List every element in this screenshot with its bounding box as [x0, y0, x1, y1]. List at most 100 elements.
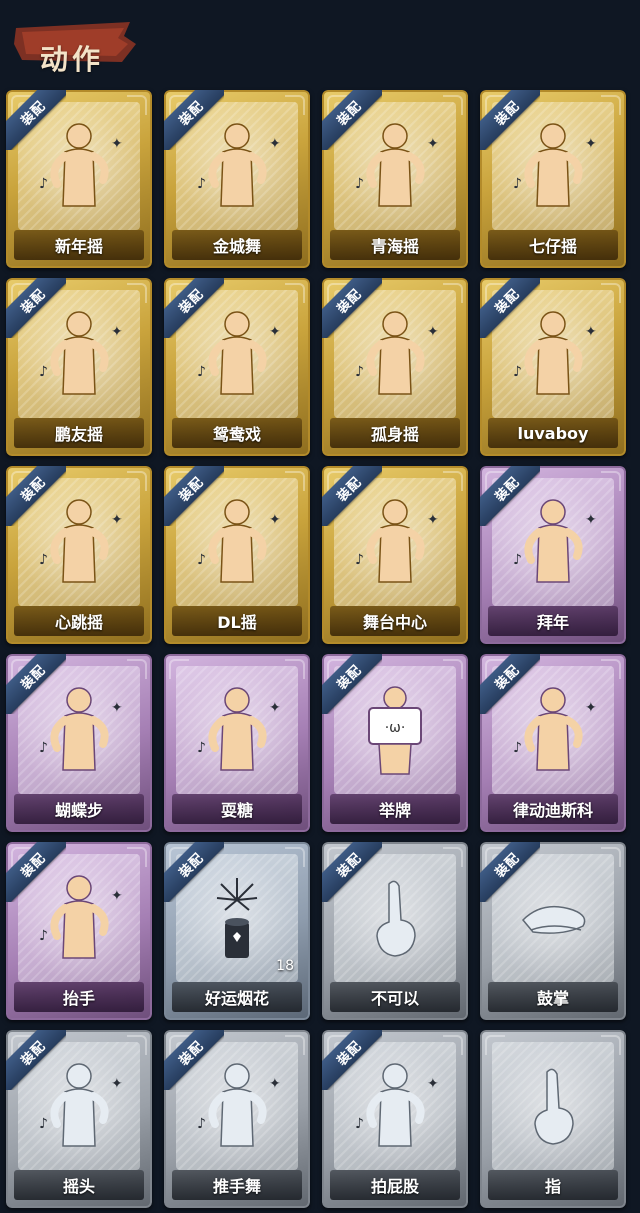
emote-grid: ✦ ♪ 新年摇 装配 ✦ ♪ 金城舞 装配 ✦ ♪ 青海摇 装配 ✦ ♪ 七仔摇… [6, 90, 626, 1208]
equipped-badge: 装配 [322, 842, 382, 902]
equipped-badge: 装配 [164, 466, 224, 526]
equipped-badge-label: 装配 [176, 1038, 207, 1069]
corner-ornament [443, 847, 463, 867]
corner-ornament [601, 847, 621, 867]
svg-text:♪: ♪ [197, 1116, 206, 1132]
equipped-badge-label: 装配 [492, 98, 523, 129]
emote-card[interactable]: ✦ ♪ 律动迪斯科 装配 [480, 654, 626, 832]
emote-card[interactable]: ✦ ♪ 孤身摇 装配 [322, 278, 468, 456]
svg-text:·ω·: ·ω· [385, 720, 406, 736]
equipped-badge-label: 装配 [334, 1038, 365, 1069]
svg-text:✦: ✦ [427, 512, 439, 528]
equipped-badge-label: 装配 [334, 474, 365, 505]
svg-text:✦: ✦ [111, 324, 123, 340]
emote-card[interactable]: ✦ ♪ 金城舞 装配 [164, 90, 310, 268]
equipped-badge: 装配 [322, 1030, 382, 1090]
svg-text:✦: ✦ [427, 1076, 439, 1092]
emote-card[interactable]: ✦ ♪ 耍糖 [164, 654, 310, 832]
emote-label: 新年摇 [14, 230, 144, 260]
emote-card[interactable]: ✦ ♪ 鸳鸯戏 装配 [164, 278, 310, 456]
equipped-badge: 装配 [6, 654, 66, 714]
header: 动作 [0, 0, 640, 86]
svg-text:♪: ♪ [39, 928, 48, 944]
equipped-badge-label: 装配 [176, 286, 207, 317]
svg-text:♪: ♪ [39, 176, 48, 192]
corner-ornament [601, 1035, 621, 1055]
corner-ornament [485, 1035, 505, 1055]
emote-card[interactable]: ·ω· 举牌 装配 [322, 654, 468, 832]
emote-card[interactable]: ✦ ♪ 新年摇 装配 [6, 90, 152, 268]
svg-text:♪: ♪ [513, 364, 522, 380]
emote-card[interactable]: ✦ ♪ 心跳摇 装配 [6, 466, 152, 644]
point-finger-icon [480, 1058, 626, 1158]
emote-label: 好运烟花 [172, 982, 302, 1012]
emote-label: 摇头 [14, 1170, 144, 1200]
equipped-badge: 装配 [480, 842, 540, 902]
svg-text:✦: ✦ [269, 1076, 281, 1092]
emote-label: 拜年 [488, 606, 618, 636]
item-count: 18 [276, 958, 294, 974]
emote-card[interactable]: 鼓掌 装配 [480, 842, 626, 1020]
emote-card[interactable]: ✦ ♪ 青海摇 装配 [322, 90, 468, 268]
corner-ornament [601, 95, 621, 115]
equipped-badge-label: 装配 [492, 662, 523, 693]
svg-text:✦: ✦ [427, 324, 439, 340]
emote-card[interactable]: ✦ ♪ 抬手 装配 [6, 842, 152, 1020]
equipped-badge: 装配 [6, 1030, 66, 1090]
equipped-badge-label: 装配 [492, 286, 523, 317]
emote-card[interactable]: ✦ ♪ 拜年 装配 [480, 466, 626, 644]
emote-label: 举牌 [330, 794, 460, 824]
emote-card[interactable]: 好运烟花 装配 18 [164, 842, 310, 1020]
emote-card[interactable]: ✦ ♪ 推手舞 装配 [164, 1030, 310, 1208]
corner-ornament [127, 471, 147, 491]
equipped-badge-label: 装配 [176, 98, 207, 129]
equipped-badge: 装配 [322, 278, 382, 338]
emote-card[interactable]: ✦ ♪ 蝴蝶步 装配 [6, 654, 152, 832]
svg-text:♪: ♪ [355, 364, 364, 380]
equipped-badge-label: 装配 [176, 474, 207, 505]
equipped-badge: 装配 [6, 90, 66, 150]
emote-label: 不可以 [330, 982, 460, 1012]
svg-text:♪: ♪ [197, 176, 206, 192]
emote-label: luvaboy [488, 418, 618, 448]
emote-card[interactable]: ✦ ♪ 七仔摇 装配 [480, 90, 626, 268]
svg-text:✦: ✦ [585, 324, 597, 340]
svg-text:♪: ♪ [197, 740, 206, 756]
equipped-badge-label: 装配 [18, 474, 49, 505]
svg-text:✦: ✦ [585, 512, 597, 528]
svg-text:✦: ✦ [269, 324, 281, 340]
svg-text:✦: ✦ [111, 512, 123, 528]
corner-ornament [443, 95, 463, 115]
corner-ornament [285, 95, 305, 115]
emote-label: 七仔摇 [488, 230, 618, 260]
emote-label: 推手舞 [172, 1170, 302, 1200]
equipped-badge: 装配 [6, 466, 66, 526]
emote-card[interactable]: ✦ ♪ luvaboy 装配 [480, 278, 626, 456]
svg-text:♪: ♪ [39, 1116, 48, 1132]
corner-ornament [443, 283, 463, 303]
emote-card[interactable]: 不可以 装配 [322, 842, 468, 1020]
emote-card[interactable]: ✦ ♪ 拍屁股 装配 [322, 1030, 468, 1208]
emote-label: 青海摇 [330, 230, 460, 260]
corner-ornament [601, 283, 621, 303]
corner-ornament [285, 659, 305, 679]
emote-card[interactable]: ✦ ♪ 摇头 装配 [6, 1030, 152, 1208]
emote-label: 孤身摇 [330, 418, 460, 448]
corner-ornament [127, 95, 147, 115]
equipped-badge-label: 装配 [176, 850, 207, 881]
emote-card[interactable]: ✦ ♪ 舞台中心 装配 [322, 466, 468, 644]
emote-label: 鹏友摇 [14, 418, 144, 448]
emote-label: 心跳摇 [14, 606, 144, 636]
svg-text:♪: ♪ [197, 364, 206, 380]
emote-card[interactable]: 指 [480, 1030, 626, 1208]
svg-text:✦: ✦ [585, 700, 597, 716]
corner-ornament [443, 471, 463, 491]
corner-ornament [127, 283, 147, 303]
equipped-badge-label: 装配 [334, 850, 365, 881]
equipped-badge-label: 装配 [18, 850, 49, 881]
emote-label: 律动迪斯科 [488, 794, 618, 824]
equipped-badge: 装配 [322, 90, 382, 150]
svg-text:♪: ♪ [355, 552, 364, 568]
emote-card[interactable]: ✦ ♪ DL摇 装配 [164, 466, 310, 644]
emote-card[interactable]: ✦ ♪ 鹏友摇 装配 [6, 278, 152, 456]
